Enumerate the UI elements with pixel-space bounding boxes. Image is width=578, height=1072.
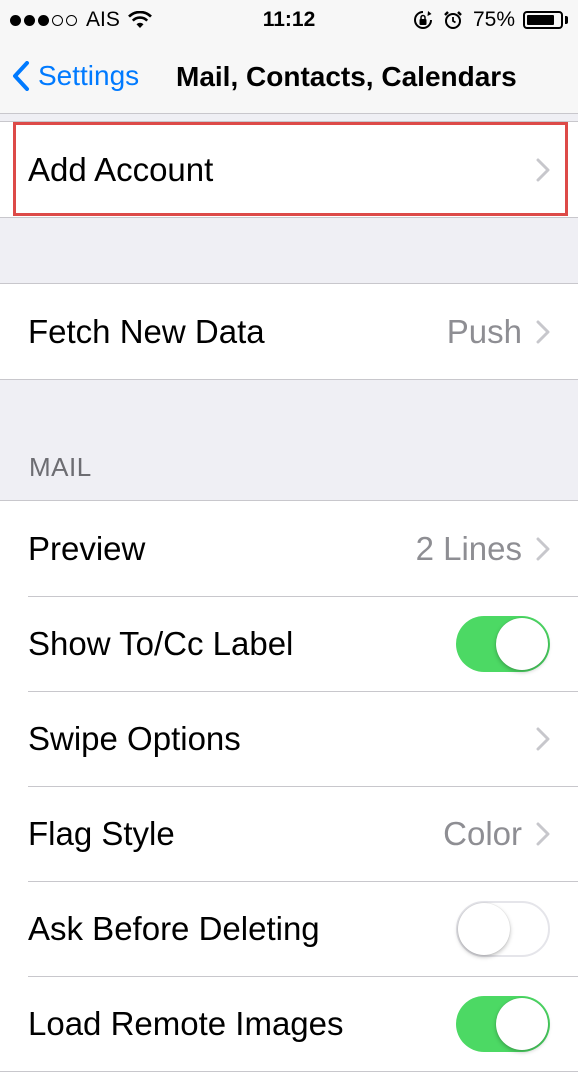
ask-before-deleting-row: Ask Before Deleting	[0, 881, 578, 976]
swipe-options-label: Swipe Options	[28, 719, 241, 757]
accounts-group: Add Account	[0, 121, 578, 218]
swipe-options-row[interactable]: Swipe Options	[0, 691, 578, 786]
fetch-group: Fetch New Data Push	[0, 283, 578, 380]
chevron-right-icon	[536, 537, 550, 560]
battery-percentage: 75%	[472, 8, 515, 31]
chevron-right-icon	[536, 822, 550, 845]
preview-value: 2 Lines	[415, 529, 522, 567]
ask-before-deleting-label: Ask Before Deleting	[28, 909, 320, 947]
add-account-row[interactable]: Add Account	[0, 122, 578, 217]
back-button[interactable]: Settings	[12, 54, 139, 98]
mail-group: Preview 2 Lines Show To/Cc Label Swipe O…	[0, 500, 578, 1072]
fetch-new-data-label: Fetch New Data	[28, 312, 265, 350]
flag-style-row[interactable]: Flag Style Color	[0, 786, 578, 881]
mail-section-header: MAIL	[29, 452, 92, 482]
ask-before-deleting-toggle[interactable]	[456, 900, 550, 957]
page-title: Mail, Contacts, Calendars	[176, 61, 517, 92]
battery-nub	[565, 16, 568, 24]
show-tocc-label-row: Show To/Cc Label	[0, 596, 578, 691]
fetch-new-data-value: Push	[446, 312, 522, 350]
alarm-icon	[444, 11, 462, 29]
chevron-right-icon	[536, 320, 550, 343]
status-bar: AIS 11:12 75%	[0, 0, 578, 40]
fetch-new-data-row[interactable]: Fetch New Data Push	[0, 284, 578, 379]
battery-fill	[527, 15, 554, 25]
flag-style-value: Color	[443, 814, 522, 852]
rotation-lock-icon	[414, 11, 432, 29]
show-tocc-label: Show To/Cc Label	[28, 624, 294, 662]
preview-row[interactable]: Preview 2 Lines	[0, 501, 578, 596]
add-account-label: Add Account	[28, 150, 214, 188]
flag-style-label: Flag Style	[28, 814, 175, 852]
toggle-knob	[458, 902, 510, 955]
chevron-right-icon	[536, 727, 550, 750]
chevron-left-icon	[13, 61, 29, 91]
status-right: 75%	[413, 8, 568, 32]
back-label: Settings	[38, 60, 140, 91]
show-tocc-toggle[interactable]	[456, 615, 550, 672]
toggle-knob	[496, 617, 548, 670]
navigation-bar: Settings Mail, Contacts, Calendars	[0, 40, 578, 114]
battery-icon	[523, 11, 563, 29]
chevron-right-icon	[536, 158, 550, 181]
preview-label: Preview	[28, 529, 146, 567]
